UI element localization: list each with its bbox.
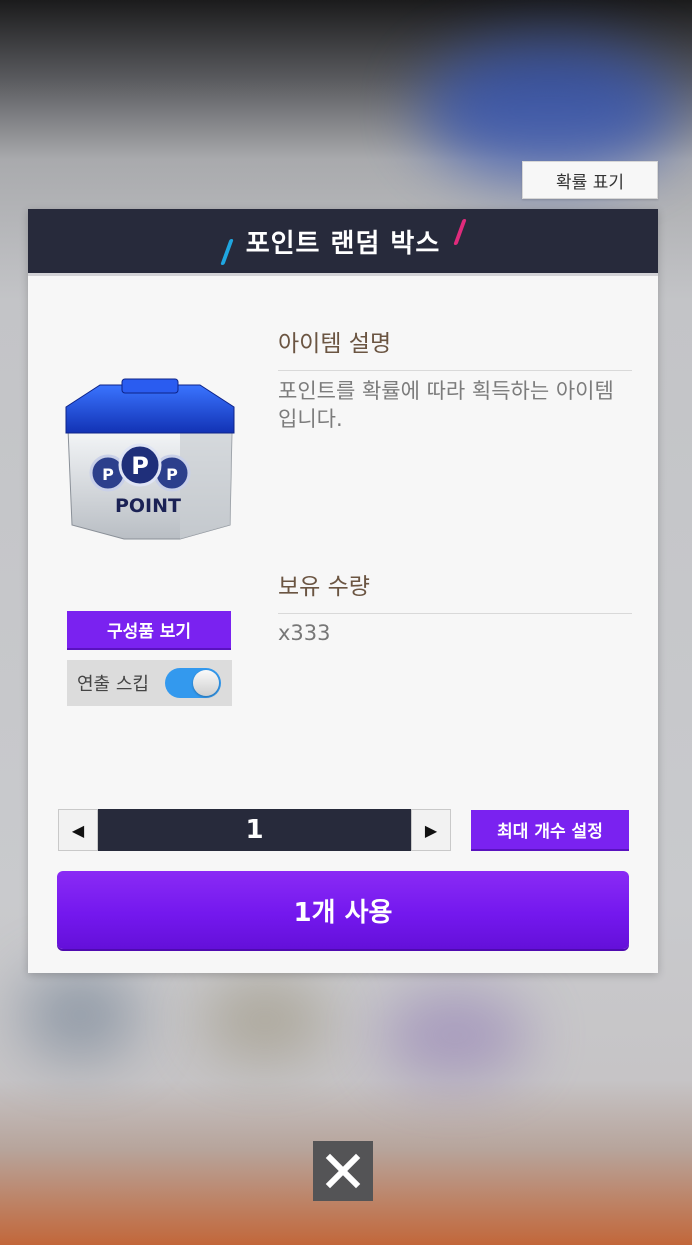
skip-animation-label: 연출 스킵 (77, 674, 149, 695)
decrease-button[interactable]: ◀ (58, 809, 98, 851)
header-slash-blue (220, 239, 234, 265)
item-dialog: 포인트 랜덤 박스 P P P POINT 아이템 설명 포인트를 확률에 따라… (28, 209, 658, 973)
quantity-value[interactable]: 1 (98, 809, 411, 851)
owned-quantity: x333 (278, 621, 331, 645)
increase-button[interactable]: ▶ (411, 809, 451, 851)
background-blur (380, 990, 530, 1080)
triangle-left-icon: ◀ (71, 820, 85, 840)
skip-animation-toggle[interactable] (165, 668, 221, 698)
skip-animation-row: 연출 스킵 (67, 660, 232, 706)
svg-text:P: P (102, 465, 114, 484)
quantity-stepper: ◀ 1 ▶ (58, 809, 451, 851)
svg-text:P: P (131, 452, 149, 480)
probability-button[interactable]: 확률 표기 (522, 161, 658, 199)
description-text: 포인트를 확률에 따라 획득하는 아이템입니다. (278, 379, 614, 431)
point-box-icon: P P P POINT (62, 377, 238, 547)
owned-heading: 보유 수량 (278, 567, 632, 614)
view-contents-button[interactable]: 구성품 보기 (67, 611, 231, 650)
toggle-knob (193, 670, 219, 696)
close-button[interactable] (313, 1141, 373, 1201)
triangle-right-icon: ▶ (424, 820, 438, 840)
description-heading: 아이템 설명 (278, 324, 632, 371)
dialog-title: 포인트 랜덤 박스 (245, 228, 441, 259)
svg-text:P: P (166, 465, 178, 484)
use-button[interactable]: 1개 사용 (57, 871, 629, 949)
close-icon (325, 1153, 361, 1189)
set-max-button[interactable]: 최대 개수 설정 (471, 810, 629, 851)
header-slash-pink (453, 219, 467, 245)
dialog-header: 포인트 랜덤 박스 (28, 209, 658, 276)
svg-text:POINT: POINT (115, 495, 181, 517)
background-blur (20, 970, 140, 1060)
background-blur (200, 980, 330, 1060)
background-blur (420, 40, 680, 180)
